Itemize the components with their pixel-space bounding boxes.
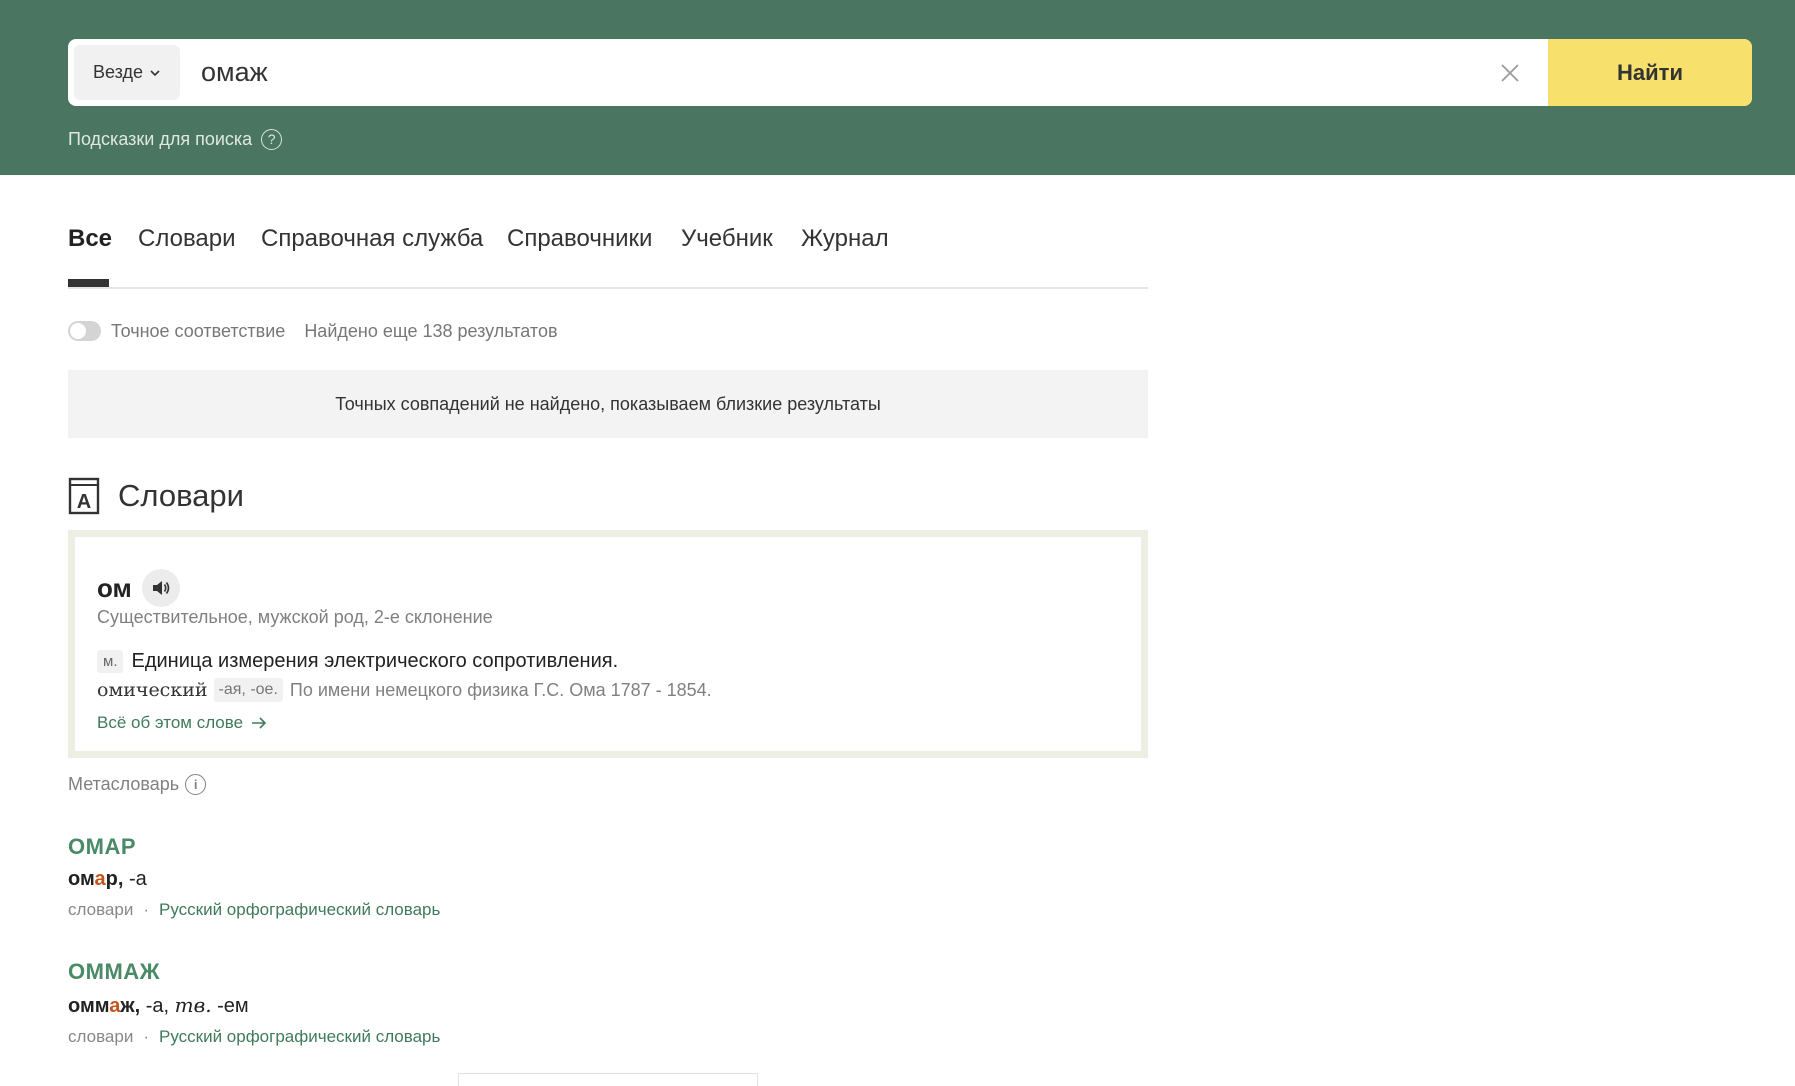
derivative-forms: -ая, -ое.: [213, 678, 283, 702]
tab-dictionaries[interactable]: Словари: [138, 225, 236, 253]
section-title: Словари: [118, 478, 244, 513]
section-header-dictionaries: A Словари: [68, 476, 244, 516]
result-entry: оммаж, -а, тв. -ем: [68, 993, 440, 1018]
chevron-down-icon: [150, 69, 160, 76]
etymology-text: По имени немецкого физика Г.С. Ома 1787 …: [289, 679, 712, 700]
entry-stem-before: ом: [68, 868, 95, 890]
exact-match-label: Точное соответствие: [111, 320, 286, 341]
tab-help-service[interactable]: Справочная служба: [261, 225, 483, 253]
question-icon: ?: [261, 128, 283, 150]
word-row: ом: [97, 569, 180, 607]
result-source: словари · Русский орфографический словар…: [68, 900, 440, 920]
search-hints-link[interactable]: Подсказки для поиска ?: [68, 127, 283, 151]
pronunciation-button[interactable]: [141, 569, 180, 607]
result-item: ОММАЖ оммаж, -а, тв. -ем словари · Русск…: [68, 959, 440, 1047]
metaslovar-label-row: Метасловарь i: [68, 772, 207, 796]
tab-bar: Все Словари Справочная служба Справочник…: [68, 225, 1148, 289]
result-source: словари · Русский орфографический словар…: [68, 1027, 440, 1047]
scope-label: Везде: [93, 62, 143, 82]
no-exact-match-notice: Точных совпадений не найдено, показываем…: [68, 370, 1148, 438]
stressed-vowel: а: [94, 868, 106, 890]
search-header: Везде омаж Найти Подсказки для поиска ?: [0, 0, 1795, 175]
entry-forms: -а,: [140, 995, 170, 1017]
search-hints-label: Подсказки для поиска: [68, 128, 253, 149]
partial-card-edge: [458, 1073, 758, 1086]
result-entry: омар, -а: [68, 868, 440, 891]
search-bar: Везде омаж Найти: [68, 39, 1752, 106]
result-title-link[interactable]: ОМАР: [68, 834, 440, 860]
exact-match-toggle[interactable]: [68, 321, 101, 341]
source-link[interactable]: Русский орфографический словарь: [159, 900, 440, 920]
dictionary-icon: A: [68, 477, 100, 515]
word-card: ом Существительное, мужской род, 2-е скл…: [68, 530, 1148, 758]
grammar-info: Существительное, мужской род, 2-е склоне…: [97, 607, 493, 627]
svg-text:A: A: [77, 491, 91, 513]
clear-icon[interactable]: [1496, 59, 1524, 87]
entry-stem-after: р,: [105, 868, 124, 890]
definition-text: Единица измерения электрического сопроти…: [131, 650, 619, 672]
entry-forms: -а: [123, 868, 147, 890]
tab-all[interactable]: Все: [68, 225, 112, 253]
all-about-word-link[interactable]: Всё об этом слове: [97, 713, 267, 733]
result-item: ОМАР омар, -а словари · Русский орфограф…: [68, 834, 440, 920]
result-category: словари: [68, 1027, 134, 1046]
tab-journal[interactable]: Журнал: [801, 225, 889, 253]
all-about-word-label: Всё об этом слове: [97, 713, 244, 732]
speaker-icon: [152, 581, 170, 595]
find-button[interactable]: Найти: [1548, 39, 1752, 106]
stressed-vowel: а: [109, 995, 121, 1017]
entry-stem-after: ж,: [120, 995, 141, 1017]
arrow-right-icon: [252, 717, 267, 729]
gender-tag: м.: [97, 650, 124, 673]
derivative-word: омический: [97, 679, 208, 701]
filter-row: Точное соответствие Найдено еще 138 резу…: [68, 319, 558, 343]
scope-dropdown[interactable]: Везде: [74, 45, 180, 100]
metaslovar-label: Метасловарь: [68, 773, 180, 794]
entry-stem-before: омм: [68, 995, 110, 1017]
tab-references[interactable]: Справочники: [507, 225, 652, 253]
info-icon[interactable]: i: [185, 773, 207, 795]
result-category: словари: [68, 900, 134, 919]
derivative-row: омический -ая, -ое. По имени немецкого ф…: [97, 678, 712, 702]
entry-forms-after: -ем: [211, 995, 249, 1017]
results-count: Найдено еще 138 результатов: [304, 320, 558, 341]
definition-row: м. Единица измерения электрического сопр…: [97, 650, 618, 673]
tab-textbook[interactable]: Учебник: [681, 225, 773, 253]
separator-dot: ·: [143, 1027, 149, 1046]
active-tab-indicator: [68, 279, 109, 287]
source-link[interactable]: Русский орфографический словарь: [159, 1027, 440, 1047]
search-input[interactable]: омаж: [201, 39, 268, 106]
headword: ом: [97, 572, 132, 603]
case-abbreviation: тв.: [174, 993, 212, 1017]
separator-dot: ·: [143, 900, 149, 919]
result-title-link[interactable]: ОММАЖ: [68, 959, 440, 985]
